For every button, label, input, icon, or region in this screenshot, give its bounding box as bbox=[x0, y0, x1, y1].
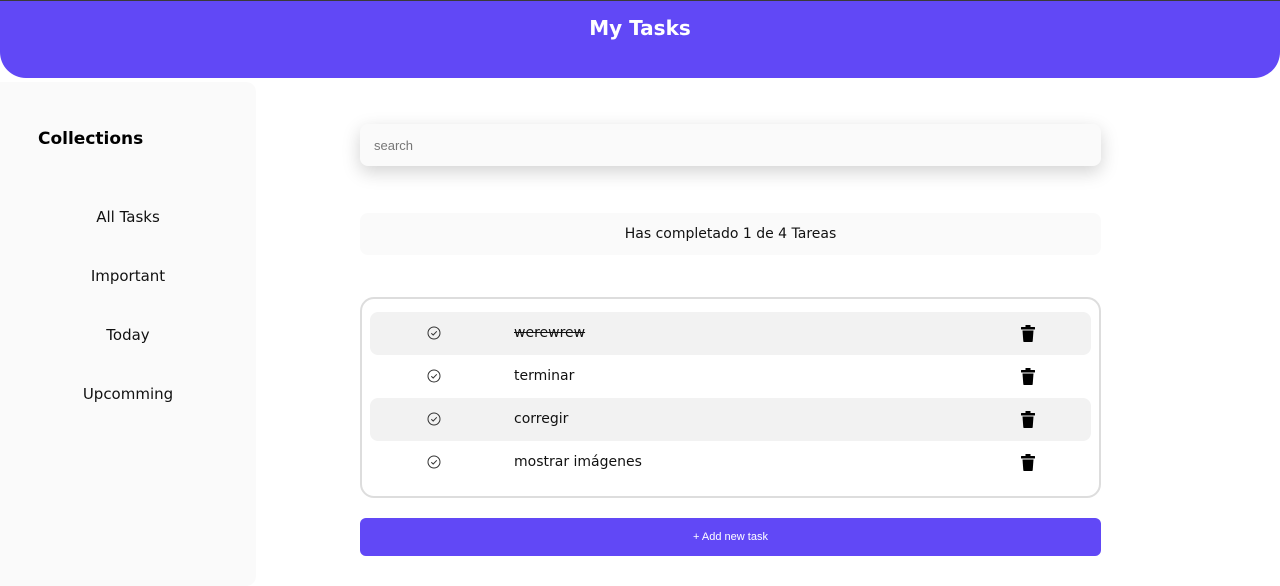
app-header: My Tasks bbox=[0, 1, 1280, 78]
trash-icon[interactable] bbox=[1021, 454, 1035, 471]
task-row: mostrar imágenes bbox=[370, 441, 1091, 484]
collections-title: Collections bbox=[38, 129, 144, 149]
task-label: werewrew bbox=[514, 325, 586, 341]
trash-icon[interactable] bbox=[1021, 411, 1035, 428]
check-circle-icon[interactable] bbox=[427, 326, 441, 340]
sidebar-item-important[interactable]: Important bbox=[0, 267, 256, 285]
sidebar-item-all-tasks[interactable]: All Tasks bbox=[0, 208, 256, 226]
add-new-task-button[interactable]: + Add new task bbox=[360, 518, 1101, 556]
search-container bbox=[360, 124, 1101, 166]
task-row: terminar bbox=[370, 355, 1091, 398]
page-title: My Tasks bbox=[589, 16, 691, 40]
trash-icon[interactable] bbox=[1021, 325, 1035, 342]
check-circle-icon[interactable] bbox=[427, 412, 441, 426]
task-label: terminar bbox=[514, 368, 575, 384]
sidebar: Collections All Tasks Important Today Up… bbox=[0, 82, 256, 586]
task-row: corregir bbox=[370, 398, 1091, 441]
check-circle-icon[interactable] bbox=[427, 369, 441, 383]
progress-text: Has completado 1 de 4 Tareas bbox=[624, 226, 837, 242]
trash-icon[interactable] bbox=[1021, 368, 1035, 385]
check-circle-icon[interactable] bbox=[427, 455, 441, 469]
sidebar-item-today[interactable]: Today bbox=[0, 326, 256, 344]
progress-summary: Has completado 1 de 4 Tareas bbox=[360, 213, 1101, 255]
sidebar-item-upcomming[interactable]: Upcomming bbox=[0, 385, 256, 403]
task-row: werewrew bbox=[370, 312, 1091, 355]
task-label: corregir bbox=[514, 411, 569, 427]
task-label: mostrar imágenes bbox=[514, 454, 642, 470]
task-list: werewrew terminar corregir mostrar imáge… bbox=[360, 297, 1101, 498]
search-input[interactable] bbox=[360, 124, 1074, 166]
